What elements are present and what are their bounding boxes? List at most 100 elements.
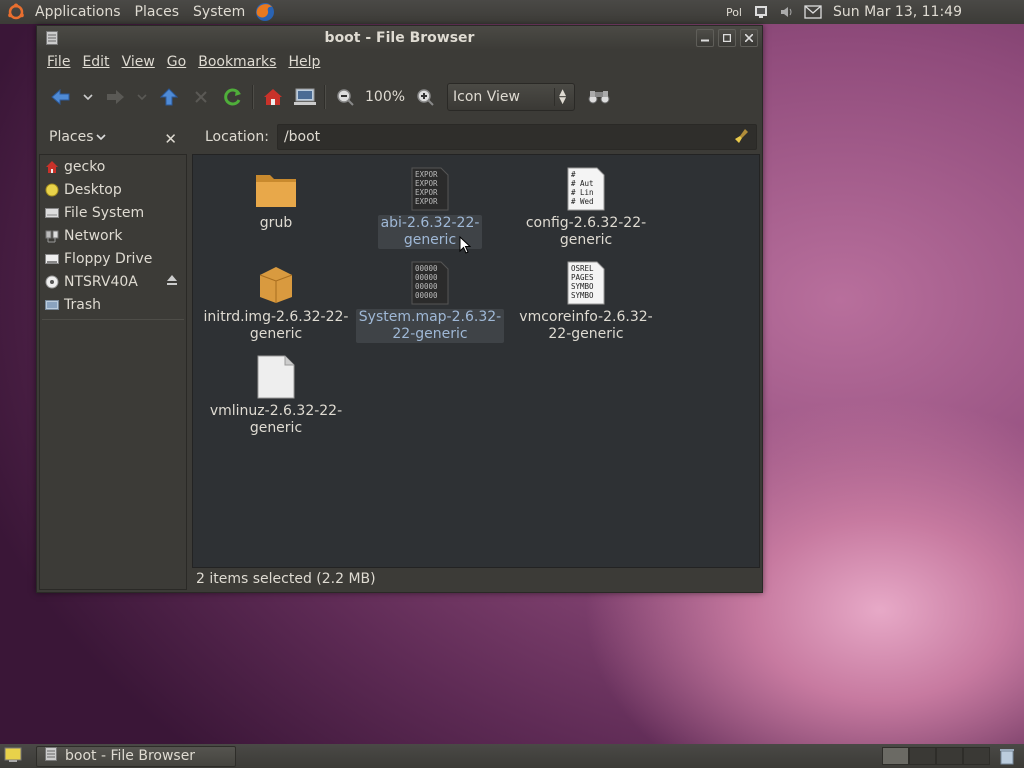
- zoom-level[interactable]: 100%: [361, 89, 409, 105]
- svg-text:#: #: [571, 170, 576, 179]
- places-label: Places: [49, 129, 94, 145]
- svg-text:00000: 00000: [415, 291, 438, 300]
- ubuntu-logo-icon[interactable]: [4, 0, 28, 24]
- trash-icon: [44, 297, 60, 313]
- chevron-down-icon: [95, 129, 106, 145]
- stop-button[interactable]: [185, 81, 217, 113]
- sidebar-item-label: Floppy Drive: [64, 250, 153, 267]
- file-name: System.map-2.6.32- 22-generic: [355, 309, 505, 343]
- home-icon: [44, 159, 60, 175]
- mail-icon[interactable]: [800, 0, 826, 24]
- file-item[interactable]: vmlinuz-2.6.32-22- generic: [201, 353, 351, 437]
- view-mode-select[interactable]: Icon View ▲ ▼: [447, 83, 576, 111]
- desktop-icon: [44, 182, 60, 198]
- taskbar-label: boot - File Browser: [65, 748, 196, 764]
- file-item[interactable]: 00000 00000 00000 00000 System.map-2.6.32- 22…: [355, 259, 505, 343]
- folder-icon: [252, 165, 300, 213]
- sidebar-item-label: Trash: [64, 296, 101, 313]
- window-list-icon: [45, 747, 57, 765]
- toolbar-separator: [249, 81, 257, 113]
- back-history-chevron-down-icon[interactable]: [77, 81, 99, 113]
- file-icon-view[interactable]: grub EXPOR EXPOR EXPOR EXPOR abi-2.6.32-22- ge…: [192, 154, 760, 568]
- content-area: gecko Desktop File System Network Floppy…: [39, 154, 760, 590]
- toolbar: 100% Icon View ▲ ▼: [37, 74, 762, 120]
- forward-button[interactable]: [99, 81, 131, 113]
- search-binoculars-button[interactable]: [583, 81, 615, 113]
- menu-go[interactable]: Go: [161, 54, 192, 70]
- keyboard-layout-indicator[interactable]: Pol: [720, 6, 748, 19]
- minimize-button[interactable]: [696, 29, 714, 47]
- location-label: Location:: [205, 129, 269, 145]
- floppy-icon: [44, 251, 60, 267]
- workspace-2[interactable]: [909, 747, 936, 765]
- menubar: File Edit View Go Bookmarks Help: [37, 50, 762, 74]
- sidebar-item-network[interactable]: Network: [40, 224, 186, 247]
- svg-text:# Wed: # Wed: [571, 197, 594, 206]
- sidebar-item-gecko[interactable]: gecko: [40, 155, 186, 178]
- drive-icon: [44, 205, 60, 221]
- zoom-in-button[interactable]: [409, 81, 441, 113]
- home-button[interactable]: [257, 81, 289, 113]
- menu-help[interactable]: Help: [282, 54, 326, 70]
- text-file-icon: 00000 00000 00000 00000: [406, 259, 454, 307]
- sidebar-item-label: File System: [64, 204, 145, 221]
- workspace-3[interactable]: [936, 747, 963, 765]
- show-desktop-icon[interactable]: [4, 747, 22, 767]
- back-button[interactable]: [45, 81, 77, 113]
- clear-broom-icon[interactable]: [734, 128, 750, 148]
- menu-file[interactable]: File: [41, 54, 76, 70]
- svg-text:PAGES: PAGES: [571, 273, 594, 282]
- network-icon: [44, 228, 60, 244]
- taskbar-button-file-browser[interactable]: boot - File Browser: [36, 745, 236, 767]
- sidebar-item-file-system[interactable]: File System: [40, 201, 186, 224]
- places-menu[interactable]: Places: [128, 0, 187, 24]
- sidebar-item-trash[interactable]: Trash: [40, 293, 186, 316]
- svg-text:EXPOR: EXPOR: [415, 197, 438, 206]
- close-button[interactable]: [740, 29, 758, 47]
- forward-history-chevron-down-icon[interactable]: [131, 81, 153, 113]
- maximize-button[interactable]: [718, 29, 736, 47]
- window-titlebar[interactable]: boot - File Browser: [37, 26, 762, 50]
- close-sidebar-icon[interactable]: ✕: [164, 130, 177, 148]
- firefox-icon[interactable]: [252, 0, 278, 24]
- status-text: 2 items selected (2.2 MB): [196, 571, 376, 587]
- workspace-4[interactable]: [963, 747, 990, 765]
- workspace-1[interactable]: [882, 747, 909, 765]
- sidebar-item-floppy-drive[interactable]: Floppy Drive: [40, 247, 186, 270]
- file-name: grub: [259, 215, 293, 231]
- menu-edit[interactable]: Edit: [76, 54, 115, 70]
- sidebar-item-ntsrv40a[interactable]: NTSRV40A: [40, 270, 186, 293]
- file-item[interactable]: initrd.img-2.6.32-22- generic: [201, 259, 351, 343]
- reload-button[interactable]: [217, 81, 249, 113]
- text-file-icon: # # Aut # Lin # Wed: [562, 165, 610, 213]
- applications-menu[interactable]: Applications: [28, 0, 128, 24]
- system-menu[interactable]: System: [186, 0, 252, 24]
- svg-text:SYMBO: SYMBO: [571, 291, 594, 300]
- places-selector[interactable]: Places ✕: [37, 129, 187, 148]
- file-item[interactable]: grub: [201, 165, 351, 232]
- sidebar-item-label: Network: [64, 227, 123, 244]
- trash-applet-icon[interactable]: [994, 746, 1020, 766]
- menu-bookmarks[interactable]: Bookmarks: [192, 54, 282, 70]
- file-item[interactable]: # # Aut # Lin # Wed config-2.6.32-22- generic: [511, 165, 661, 249]
- svg-text:EXPOR: EXPOR: [415, 170, 438, 179]
- main-pane: grub EXPOR EXPOR EXPOR EXPOR abi-2.6.32-22- ge…: [192, 154, 760, 590]
- file-item[interactable]: EXPOR EXPOR EXPOR EXPOR abi-2.6.32-22- generi…: [355, 165, 505, 249]
- up-button[interactable]: [153, 81, 185, 113]
- statusbar: 2 items selected (2.2 MB): [192, 568, 760, 590]
- location-bar: Places ✕ Location: /boot: [37, 120, 762, 154]
- network-status-icon[interactable]: [748, 0, 774, 24]
- sidebar-item-label: NTSRV40A: [64, 273, 138, 290]
- location-input[interactable]: /boot: [276, 124, 757, 150]
- location-value: /boot: [283, 129, 321, 145]
- text-file-icon: [252, 353, 300, 401]
- computer-button[interactable]: [289, 81, 321, 113]
- eject-icon[interactable]: [166, 274, 178, 290]
- sidebar-item-desktop[interactable]: Desktop: [40, 178, 186, 201]
- menu-view[interactable]: View: [116, 54, 161, 70]
- svg-text:EXPOR: EXPOR: [415, 179, 438, 188]
- zoom-out-button[interactable]: [329, 81, 361, 113]
- volume-icon[interactable]: [774, 0, 800, 24]
- file-item[interactable]: OSREL PAGES SYMBO SYMBO vmcoreinfo-2.6.32- 22…: [511, 259, 661, 343]
- clock[interactable]: Sun Mar 13, 11:49: [826, 0, 1024, 24]
